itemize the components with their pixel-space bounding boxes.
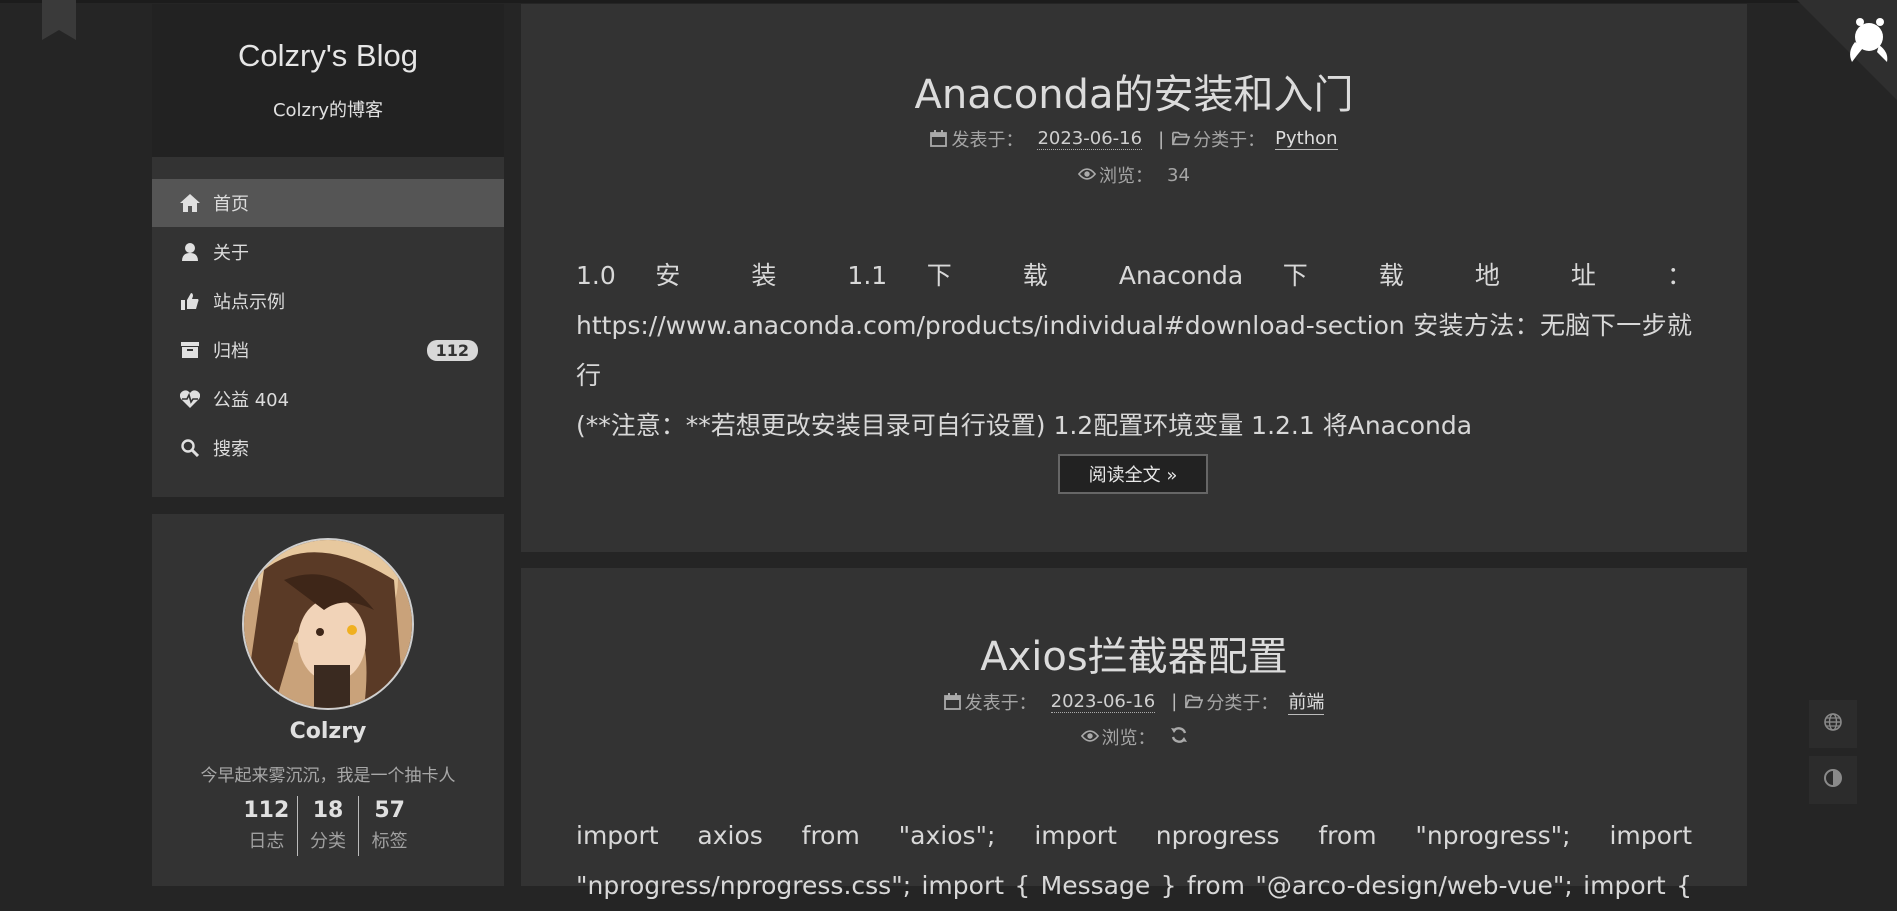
home-icon bbox=[179, 192, 201, 214]
post-meta: 发表于： 2023-06-16 | 分类于： Python bbox=[521, 126, 1747, 152]
menu-item-label: 搜索 bbox=[213, 439, 249, 460]
menu-item-charity-404[interactable]: 公益 404 bbox=[152, 375, 504, 423]
stat-count: 112 bbox=[243, 798, 290, 823]
post-date: 2023-06-16 bbox=[1037, 128, 1143, 150]
menu-item-label: 公益 404 bbox=[213, 390, 290, 411]
menu-item-showcase[interactable]: 站点示例 bbox=[152, 277, 504, 325]
archive-icon bbox=[179, 339, 201, 361]
menu-item-label: 首页 bbox=[213, 194, 249, 215]
eye-icon bbox=[1078, 166, 1097, 184]
views-label: 浏览： bbox=[1101, 728, 1156, 749]
category-label: 分类于： bbox=[1206, 692, 1279, 714]
meta-separator: | bbox=[1158, 128, 1165, 150]
user-icon bbox=[179, 241, 201, 263]
refresh-icon bbox=[1170, 726, 1188, 749]
bookmark-icon[interactable] bbox=[42, 0, 76, 40]
archives-count-badge: 112 bbox=[426, 340, 478, 361]
excerpt-line: 1.0 安 装 1.1 下 载 Anaconda 下 载 地 址 ： bbox=[576, 261, 1692, 290]
stat-count: 57 bbox=[374, 798, 405, 823]
stat-tags[interactable]: 57 标签 bbox=[358, 796, 420, 856]
eye-icon bbox=[1080, 728, 1099, 746]
author-description: 今早起来雾沉沉，我是一个抽卡人 bbox=[200, 766, 456, 786]
stat-posts[interactable]: 112 日志 bbox=[236, 796, 297, 856]
meta-separator: | bbox=[1171, 691, 1178, 712]
heartbeat-icon bbox=[179, 388, 201, 410]
excerpt-line: (**注意：**若想更改安装目录可自行设置) 1.2配置环境变量 1.2.1 将… bbox=[576, 411, 1473, 440]
posted-label: 发表于： bbox=[964, 692, 1037, 714]
site-subtitle: Colzry的博客 bbox=[272, 100, 384, 121]
github-corner-icon[interactable] bbox=[1797, 0, 1897, 100]
menu-item-archives[interactable]: 归档 112 bbox=[152, 326, 504, 374]
thumbs-up-icon bbox=[179, 290, 201, 312]
post-excerpt: 1.0 安 装 1.1 下 载 Anaconda 下 载 地 址 ： https… bbox=[576, 251, 1692, 451]
stat-count: 18 bbox=[312, 798, 344, 823]
excerpt-line: "nprogress/nprogress.css"; import { Mess… bbox=[576, 871, 1692, 900]
excerpt-line: import axios from "axios"; import nprogr… bbox=[576, 821, 1692, 850]
menu-item-label: 归档 bbox=[213, 341, 249, 362]
excerpt-line: https://www.anaconda.com/products/indivi… bbox=[576, 311, 1692, 390]
author-stats: 112 日志 18 分类 57 标签 bbox=[236, 796, 420, 856]
category-label: 分类于： bbox=[1193, 130, 1266, 151]
contrast-icon bbox=[1824, 769, 1842, 791]
site-brand: Colzry's Blog Colzry的博客 bbox=[152, 4, 504, 157]
calendar-icon bbox=[943, 692, 962, 711]
folder-open-icon bbox=[1185, 693, 1204, 711]
menu-item-search[interactable]: 搜索 bbox=[152, 424, 504, 472]
site-title[interactable]: Colzry's Blog bbox=[152, 38, 504, 74]
post-views: 浏览： 34 bbox=[521, 162, 1747, 188]
post-category-link[interactable]: Python bbox=[1275, 128, 1338, 150]
menu-item-label: 关于 bbox=[213, 243, 249, 264]
stat-categories[interactable]: 18 分类 bbox=[296, 796, 359, 856]
stat-label: 标签 bbox=[371, 831, 408, 852]
calendar-icon bbox=[930, 130, 948, 148]
posted-label: 发表于： bbox=[951, 130, 1024, 151]
main-menu: 首页 关于 站点示例 归档 112 公益 404 搜索 bbox=[152, 157, 504, 497]
post-date: 2023-06-16 bbox=[1050, 690, 1156, 713]
search-icon bbox=[179, 437, 201, 459]
post-category-link[interactable]: 前端 bbox=[1288, 688, 1325, 715]
post-title[interactable]: Anaconda的安装和入门 bbox=[521, 62, 1747, 120]
author-name: Colzry bbox=[289, 719, 367, 744]
author-profile: Colzry 今早起来雾沉沉，我是一个抽卡人 112 日志 18 分类 57 标… bbox=[152, 514, 504, 886]
stat-label: 日志 bbox=[248, 831, 285, 852]
stat-label: 分类 bbox=[310, 831, 346, 852]
top-border bbox=[0, 0, 1897, 3]
menu-item-about[interactable]: 关于 bbox=[152, 228, 504, 276]
post-excerpt: import axios from "axios"; import nprogr… bbox=[576, 811, 1692, 911]
views-label: 浏览： bbox=[1099, 166, 1154, 187]
post-card: Axios拦截器配置 发表于： 2023-06-16 | 分类于： 前端 浏览：… bbox=[521, 568, 1747, 900]
theme-toggle-button[interactable] bbox=[1809, 756, 1857, 804]
post-views: 浏览： bbox=[521, 724, 1747, 750]
post-card: Anaconda的安装和入门 发表于： 2023-06-16 | 分类于： Py… bbox=[521, 4, 1747, 552]
menu-item-home[interactable]: 首页 bbox=[152, 179, 504, 227]
views-count: 34 bbox=[1167, 164, 1190, 186]
language-button[interactable] bbox=[1809, 700, 1857, 748]
folder-open-icon bbox=[1172, 130, 1191, 148]
post-title[interactable]: Axios拦截器配置 bbox=[521, 624, 1747, 682]
globe-icon bbox=[1824, 713, 1842, 735]
post-meta: 发表于： 2023-06-16 | 分类于： 前端 bbox=[521, 688, 1747, 715]
read-more-button[interactable]: 阅读全文 » bbox=[1058, 454, 1208, 494]
menu-item-label: 站点示例 bbox=[213, 292, 285, 313]
author-avatar[interactable] bbox=[242, 538, 414, 710]
